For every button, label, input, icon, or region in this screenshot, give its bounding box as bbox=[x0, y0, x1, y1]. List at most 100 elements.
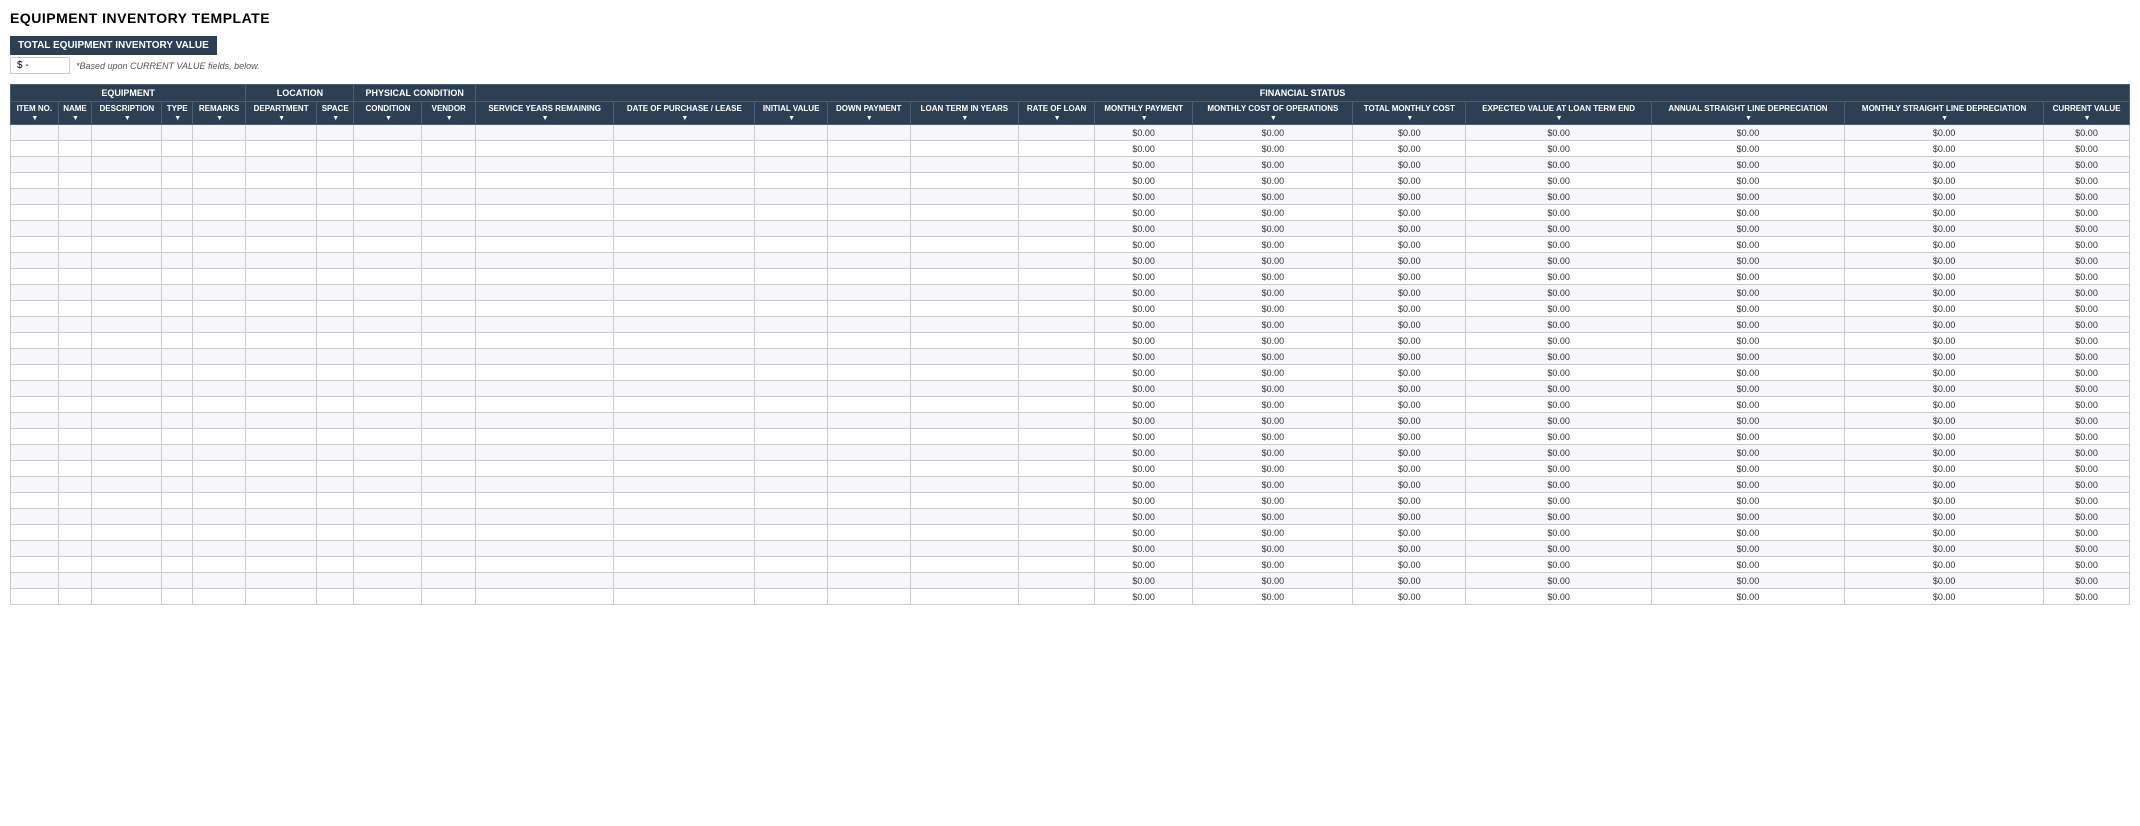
table-cell[interactable]: $0.00 bbox=[1651, 253, 1844, 269]
table-cell[interactable]: $0.00 bbox=[1193, 589, 1353, 605]
table-cell[interactable] bbox=[162, 221, 192, 237]
table-cell[interactable] bbox=[246, 445, 317, 461]
table-cell[interactable] bbox=[475, 365, 613, 381]
table-cell[interactable] bbox=[755, 589, 827, 605]
table-cell[interactable] bbox=[354, 365, 422, 381]
table-cell[interactable] bbox=[192, 237, 245, 253]
table-cell[interactable] bbox=[475, 253, 613, 269]
table-cell[interactable] bbox=[58, 157, 92, 173]
table-cell[interactable]: $0.00 bbox=[1094, 557, 1192, 573]
table-cell[interactable]: $0.00 bbox=[1193, 301, 1353, 317]
table-cell[interactable] bbox=[92, 525, 162, 541]
table-cell[interactable] bbox=[827, 253, 910, 269]
table-cell[interactable] bbox=[246, 125, 317, 141]
table-cell[interactable]: $0.00 bbox=[1466, 509, 1652, 525]
table-cell[interactable] bbox=[246, 189, 317, 205]
table-cell[interactable]: $0.00 bbox=[1094, 397, 1192, 413]
table-cell[interactable] bbox=[422, 221, 476, 237]
table-cell[interactable]: $0.00 bbox=[2044, 461, 2130, 477]
table-cell[interactable] bbox=[246, 557, 317, 573]
table-cell[interactable]: $0.00 bbox=[1651, 189, 1844, 205]
table-cell[interactable]: $0.00 bbox=[1651, 461, 1844, 477]
table-cell[interactable] bbox=[354, 541, 422, 557]
table-cell[interactable]: $0.00 bbox=[1353, 573, 1466, 589]
table-cell[interactable]: $0.00 bbox=[1651, 365, 1844, 381]
table-cell[interactable]: $0.00 bbox=[2044, 557, 2130, 573]
col-down-payment[interactable]: DOWN PAYMENT▼ bbox=[827, 102, 910, 125]
table-cell[interactable] bbox=[827, 525, 910, 541]
table-cell[interactable] bbox=[910, 189, 1019, 205]
table-cell[interactable] bbox=[92, 301, 162, 317]
table-cell[interactable] bbox=[1019, 509, 1095, 525]
table-cell[interactable] bbox=[246, 349, 317, 365]
table-cell[interactable] bbox=[246, 541, 317, 557]
table-cell[interactable] bbox=[11, 317, 59, 333]
table-cell[interactable] bbox=[1019, 461, 1095, 477]
table-cell[interactable]: $0.00 bbox=[1353, 349, 1466, 365]
table-cell[interactable]: $0.00 bbox=[1466, 365, 1652, 381]
table-cell[interactable] bbox=[11, 349, 59, 365]
table-cell[interactable] bbox=[92, 397, 162, 413]
table-cell[interactable] bbox=[354, 461, 422, 477]
table-cell[interactable]: $0.00 bbox=[2044, 285, 2130, 301]
table-cell[interactable] bbox=[755, 301, 827, 317]
table-cell[interactable]: $0.00 bbox=[1651, 141, 1844, 157]
table-cell[interactable]: $0.00 bbox=[1094, 445, 1192, 461]
table-cell[interactable]: $0.00 bbox=[1845, 541, 2044, 557]
table-cell[interactable] bbox=[755, 461, 827, 477]
table-cell[interactable]: $0.00 bbox=[1094, 125, 1192, 141]
table-cell[interactable] bbox=[246, 317, 317, 333]
table-cell[interactable] bbox=[910, 333, 1019, 349]
table-cell[interactable] bbox=[755, 253, 827, 269]
table-cell[interactable]: $0.00 bbox=[1193, 333, 1353, 349]
table-cell[interactable] bbox=[422, 205, 476, 221]
table-cell[interactable] bbox=[162, 317, 192, 333]
table-cell[interactable] bbox=[475, 413, 613, 429]
table-cell[interactable]: $0.00 bbox=[1466, 205, 1652, 221]
table-cell[interactable] bbox=[58, 381, 92, 397]
col-name[interactable]: NAME▼ bbox=[58, 102, 92, 125]
table-cell[interactable] bbox=[58, 365, 92, 381]
table-cell[interactable]: $0.00 bbox=[1466, 285, 1652, 301]
col-expected-value[interactable]: EXPECTED VALUE AT LOAN TERM END▼ bbox=[1466, 102, 1652, 125]
table-cell[interactable] bbox=[827, 285, 910, 301]
table-cell[interactable] bbox=[316, 381, 354, 397]
table-cell[interactable] bbox=[192, 429, 245, 445]
table-cell[interactable]: $0.00 bbox=[1651, 397, 1844, 413]
col-date-purchase[interactable]: DATE OF PURCHASE / LEASE▼ bbox=[614, 102, 755, 125]
table-cell[interactable]: $0.00 bbox=[1845, 269, 2044, 285]
table-cell[interactable] bbox=[755, 285, 827, 301]
table-cell[interactable] bbox=[475, 509, 613, 525]
table-cell[interactable] bbox=[827, 397, 910, 413]
table-cell[interactable]: $0.00 bbox=[1094, 525, 1192, 541]
table-cell[interactable] bbox=[910, 461, 1019, 477]
table-cell[interactable] bbox=[316, 301, 354, 317]
table-cell[interactable] bbox=[192, 589, 245, 605]
table-cell[interactable]: $0.00 bbox=[1193, 125, 1353, 141]
table-cell[interactable] bbox=[422, 349, 476, 365]
table-cell[interactable] bbox=[192, 157, 245, 173]
table-cell[interactable] bbox=[246, 429, 317, 445]
table-cell[interactable]: $0.00 bbox=[1845, 397, 2044, 413]
table-cell[interactable]: $0.00 bbox=[1651, 557, 1844, 573]
table-cell[interactable] bbox=[246, 493, 317, 509]
table-cell[interactable] bbox=[475, 349, 613, 365]
table-cell[interactable] bbox=[162, 301, 192, 317]
col-service-years[interactable]: SERVICE YEARS REMAINING▼ bbox=[475, 102, 613, 125]
table-cell[interactable] bbox=[11, 253, 59, 269]
table-cell[interactable] bbox=[422, 365, 476, 381]
table-cell[interactable] bbox=[827, 509, 910, 525]
table-cell[interactable] bbox=[192, 525, 245, 541]
table-cell[interactable]: $0.00 bbox=[1193, 493, 1353, 509]
table-cell[interactable] bbox=[11, 205, 59, 221]
table-cell[interactable] bbox=[1019, 413, 1095, 429]
table-cell[interactable] bbox=[422, 413, 476, 429]
table-cell[interactable]: $0.00 bbox=[1353, 237, 1466, 253]
table-cell[interactable] bbox=[614, 237, 755, 253]
table-cell[interactable]: $0.00 bbox=[1466, 461, 1652, 477]
table-cell[interactable] bbox=[614, 157, 755, 173]
table-cell[interactable] bbox=[422, 509, 476, 525]
table-cell[interactable]: $0.00 bbox=[1845, 525, 2044, 541]
table-cell[interactable] bbox=[910, 157, 1019, 173]
table-cell[interactable] bbox=[827, 557, 910, 573]
